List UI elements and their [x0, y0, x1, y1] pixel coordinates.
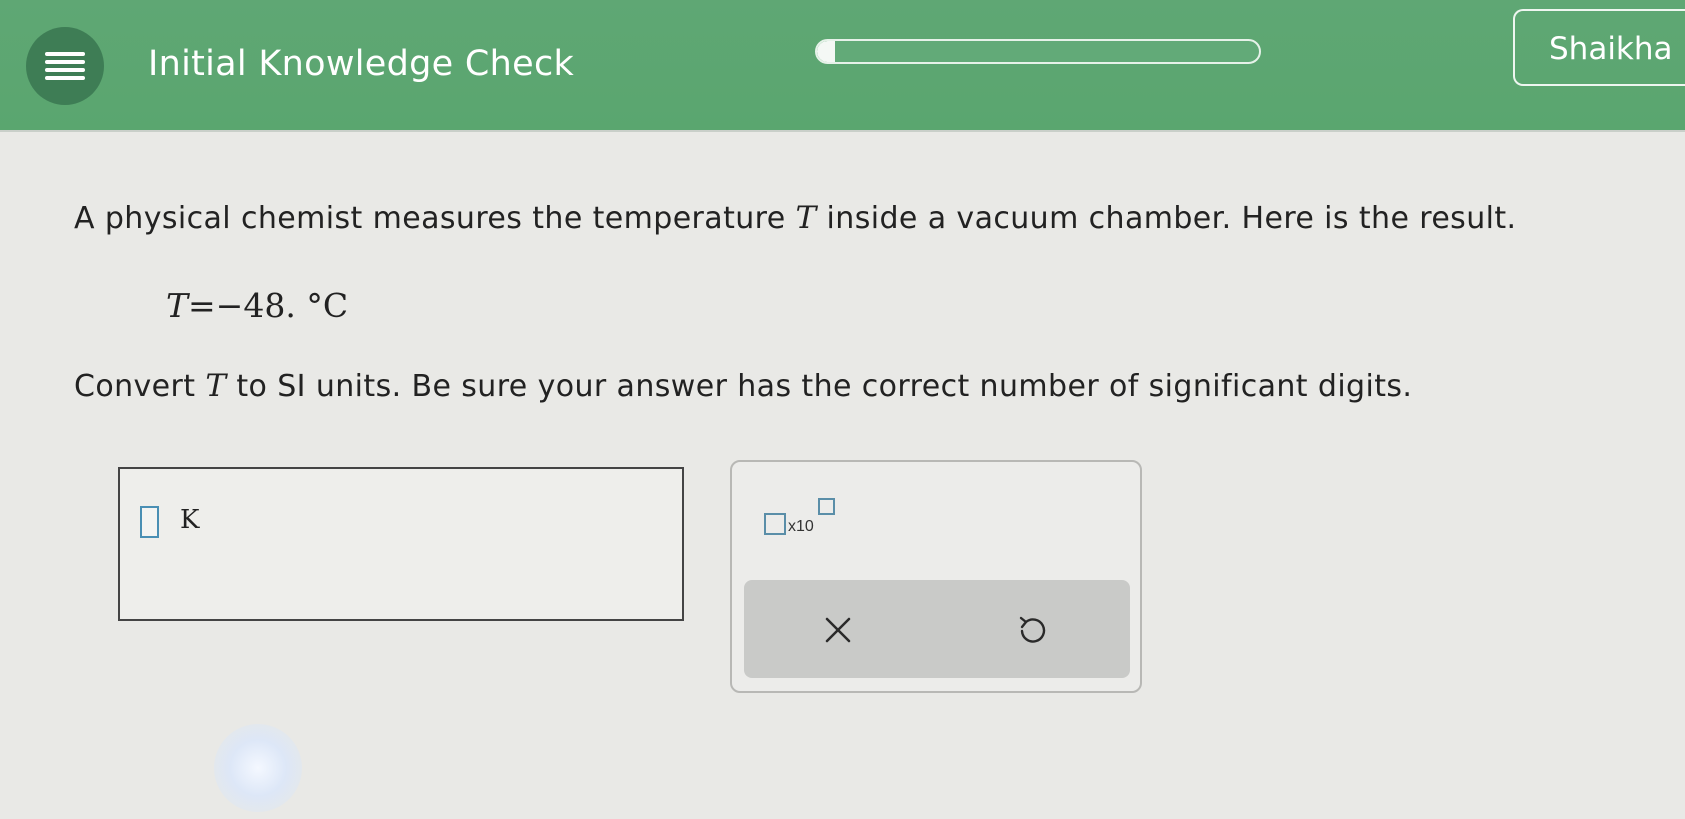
- scientific-notation-button[interactable]: x10: [764, 498, 844, 538]
- instruction-part2: to SI units. Be sure your answer has the…: [226, 369, 1413, 404]
- equation-equals: =: [188, 286, 216, 325]
- equation-unit: °C: [306, 286, 349, 325]
- page-title: Initial Knowledge Check: [148, 44, 575, 84]
- equation-lhs: T: [166, 286, 189, 325]
- math-keypad: x10: [730, 460, 1142, 693]
- answer-unit: K: [180, 505, 200, 535]
- keypad-action-bar: [744, 580, 1130, 678]
- instruction-variable: T: [205, 368, 227, 404]
- answer-input[interactable]: [140, 506, 159, 538]
- instruction-text: Convert T to SI units. Be sure your answ…: [74, 368, 1412, 404]
- sci-exponent-slot-icon: [818, 498, 835, 515]
- question-intro-part1: A physical chemist measures the temperat…: [74, 201, 796, 236]
- progress-bar: [815, 39, 1261, 64]
- instruction-part1: Convert: [74, 369, 206, 404]
- undo-button[interactable]: [1008, 606, 1056, 654]
- undo-icon: [1019, 616, 1046, 643]
- question-text: A physical chemist measures the temperat…: [74, 200, 1516, 236]
- menu-button[interactable]: [26, 27, 104, 105]
- progress-fill: [817, 41, 835, 62]
- clear-button[interactable]: [814, 606, 862, 654]
- user-menu-button[interactable]: Shaikha: [1513, 9, 1685, 86]
- hamburger-icon: [45, 52, 85, 80]
- given-equation: T=−48. °C: [166, 286, 348, 325]
- equation-value: −48.: [215, 286, 296, 325]
- screen-glare: [214, 724, 302, 812]
- question-intro-part2: inside a vacuum chamber. Here is the res…: [816, 201, 1517, 236]
- answer-area: K: [118, 467, 684, 621]
- temperature-variable: T: [795, 200, 817, 236]
- top-bar: Initial Knowledge Check Shaikha: [0, 0, 1685, 132]
- close-icon: [825, 617, 851, 643]
- sci-base-slot-icon: [764, 513, 786, 535]
- sci-times-ten-label: x10: [788, 518, 814, 535]
